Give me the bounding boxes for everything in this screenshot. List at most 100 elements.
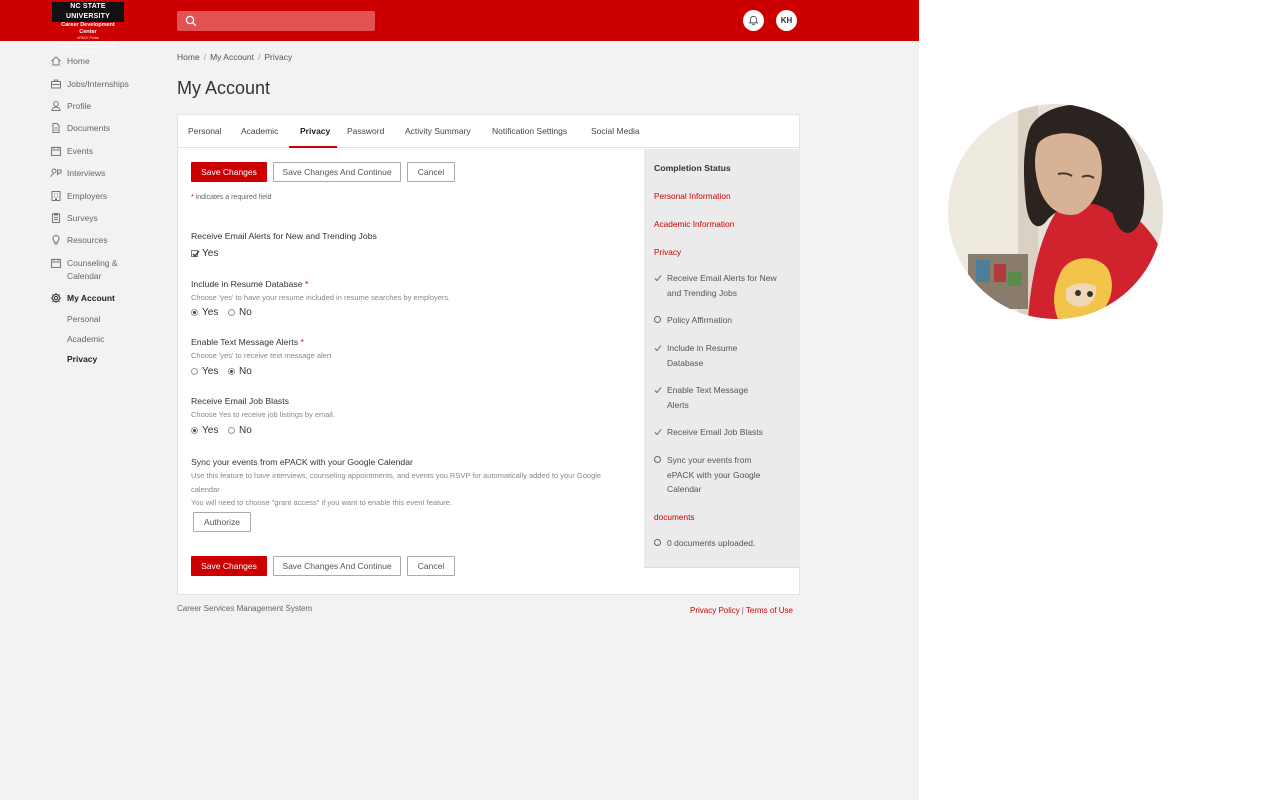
job-blasts-help: Choose Yes to receive job listings by em… (191, 410, 335, 419)
sidebar-item-jobs[interactable]: Jobs/Internships (50, 78, 129, 90)
radio-selected[interactable] (191, 309, 198, 316)
sidebar-item-home[interactable]: Home (50, 55, 90, 67)
completion-item: Enable Text Message Alerts (654, 383, 789, 412)
breadcrumb-separator: / (258, 52, 261, 62)
tab-password[interactable]: Password (347, 126, 384, 136)
user-icon (51, 101, 61, 111)
breadcrumb-my-account[interactable]: My Account (210, 52, 254, 62)
sidebar-item-interviews[interactable]: Interviews (50, 167, 105, 179)
email-alerts-checkbox[interactable]: Yes (191, 248, 218, 259)
save-and-continue-button[interactable]: Save Changes And Continue (273, 162, 401, 182)
tab-notification-settings[interactable]: Notification Settings (492, 126, 567, 136)
terms-of-use-link[interactable]: Terms of Use (746, 606, 793, 615)
completion-section-personal[interactable]: Personal Information (654, 191, 731, 201)
empty-circle-icon (654, 536, 667, 551)
sidebar-item-events[interactable]: Events (50, 145, 93, 157)
sidebar-subitem-privacy[interactable]: Privacy (67, 354, 97, 364)
tab-academic[interactable]: Academic (241, 126, 278, 136)
privacy-policy-link[interactable]: Privacy Policy (690, 606, 740, 615)
calendar-icon (51, 146, 61, 156)
email-alerts-yes-label: Yes (202, 248, 219, 259)
account-tabs: Personal Academic Privacy Password Activ… (178, 115, 799, 148)
sidebar-item-employers[interactable]: Employers (50, 190, 107, 202)
completion-item-label: Receive Email Job Blasts (667, 427, 763, 437)
clipboard-icon (52, 213, 60, 223)
calendar-sync-title: Sync your events from ePACK with your Go… (191, 457, 413, 467)
completion-item-label: 0 documents uploaded. (667, 538, 756, 548)
job-blasts-yes[interactable]: Yes (191, 425, 218, 436)
tab-activity-summary[interactable]: Activity Summary (405, 126, 471, 136)
privacy-form: Save Changes Save Changes And Continue C… (178, 149, 644, 595)
resume-database-help: Choose 'yes' to have your resume include… (191, 293, 451, 302)
sidebar-item-label: Resources (67, 235, 108, 245)
tab-privacy[interactable]: Privacy (300, 126, 330, 136)
tab-social-media[interactable]: Social Media (591, 126, 640, 136)
tab-personal[interactable]: Personal (188, 126, 222, 136)
breadcrumb-separator: / (203, 52, 207, 62)
radio-selected[interactable] (228, 368, 235, 375)
empty-circle-icon (654, 453, 667, 497)
job-blasts-no[interactable]: No (228, 425, 252, 436)
sidebar-item-label: Employers (67, 191, 108, 201)
radio-unselected[interactable] (228, 427, 235, 434)
completion-item-label: Receive Email Alerts for New and Trendin… (667, 273, 777, 298)
notifications-button[interactable] (743, 10, 764, 31)
completion-status-title: Completion Status (654, 163, 731, 173)
radio-unselected[interactable] (191, 368, 198, 375)
breadcrumb-home[interactable]: Home (177, 52, 200, 62)
text-alerts-yes[interactable]: Yes (191, 366, 218, 377)
completion-item-label: Policy Affirmation (667, 315, 733, 325)
checkbox-checked[interactable] (191, 250, 200, 257)
sidebar-item-surveys[interactable]: Surveys (50, 212, 98, 224)
cancel-button[interactable]: Cancel (407, 162, 455, 182)
completion-item: Receive Email Job Blasts (654, 425, 789, 440)
radio-selected[interactable] (191, 427, 198, 434)
gear-icon (51, 293, 61, 303)
completion-item: Include in Resume Database (654, 341, 789, 370)
ncsu-logo[interactable]: NC STATE UNIVERSITY Career Development C… (52, 2, 124, 54)
sidebar-subitem-personal[interactable]: Personal (67, 314, 101, 324)
sidebar-item-documents[interactable]: Documents (50, 122, 110, 134)
text-alerts-help: Choose 'yes' to receive text message ale… (191, 351, 332, 360)
top-header: NC STATE UNIVERSITY Career Development C… (0, 0, 919, 54)
sidebar-item-profile[interactable]: Profile (50, 100, 91, 112)
radio-unselected[interactable] (228, 309, 235, 316)
cancel-button-bottom[interactable]: Cancel (407, 556, 455, 576)
sidebar-item-label: Events (67, 146, 93, 156)
completion-item: 0 documents uploaded. (654, 536, 789, 551)
resume-database-no[interactable]: No (228, 307, 252, 318)
radio-label: Yes (202, 307, 219, 318)
completion-status-panel: Completion Status Personal Information A… (644, 149, 800, 568)
text-alerts-title: Enable Text Message Alerts * (191, 337, 304, 347)
user-avatar[interactable]: KH (776, 10, 797, 31)
sidebar-subitem-academic[interactable]: Academic (67, 334, 104, 344)
user-photo (948, 104, 1163, 319)
completion-section-documents[interactable]: documents (654, 512, 695, 522)
completion-section-privacy[interactable]: Privacy (654, 247, 681, 257)
save-changes-button-bottom[interactable]: Save Changes (191, 556, 267, 576)
footer-system-name: Career Services Management System (177, 604, 313, 613)
text-alerts-no[interactable]: No (228, 366, 252, 377)
resume-database-title: Include in Resume Database * (191, 279, 308, 289)
empty-circle-icon (654, 313, 667, 328)
authorize-button[interactable]: Authorize (193, 512, 251, 532)
sidebar-item-label: Interviews (67, 168, 106, 178)
breadcrumb: Home / My Account / Privacy (177, 52, 292, 62)
sidebar-item-label: My Account (67, 293, 115, 303)
resume-database-yes[interactable]: Yes (191, 307, 218, 318)
save-and-continue-button-bottom[interactable]: Save Changes And Continue (273, 556, 401, 576)
sidebar-item-my-account[interactable]: My Account (50, 292, 115, 304)
required-note-text: indicates a required field (195, 194, 272, 201)
completion-section-academic[interactable]: Academic Information (654, 219, 734, 229)
required-star: * (304, 279, 309, 289)
search-input[interactable] (177, 11, 375, 31)
completion-item: Sync your events from ePACK with your Go… (654, 453, 789, 497)
footer-separator: | (741, 606, 744, 615)
checkmark-icon (654, 341, 667, 370)
save-changes-button[interactable]: Save Changes (191, 162, 267, 182)
sidebar-item-counseling[interactable]: Counseling & Calendar (50, 257, 130, 283)
interviews-icon (50, 168, 62, 178)
completion-item: Receive Email Alerts for New and Trendin… (654, 271, 789, 300)
sidebar-item-resources[interactable]: Resources (50, 234, 108, 246)
sidebar-item-label: Profile (67, 101, 92, 111)
